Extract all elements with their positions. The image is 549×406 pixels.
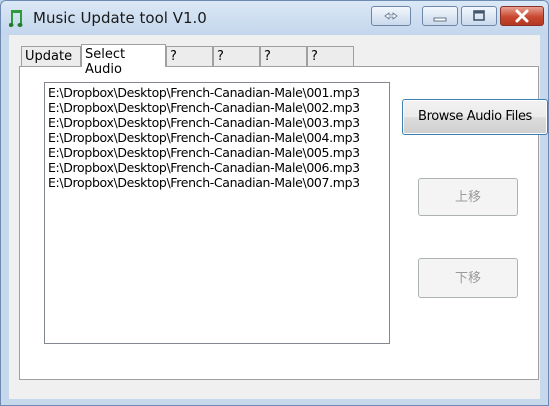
move-down-button[interactable]: 下移	[418, 258, 518, 298]
list-item[interactable]: E:\Dropbox\Desktop\French-Canadian-Male\…	[48, 130, 389, 145]
close-icon	[515, 9, 529, 23]
tab-unnamed-4[interactable]: ?	[307, 46, 354, 66]
maximize-icon	[473, 10, 485, 21]
title-bar[interactable]: Music Update tool V1.0	[1, 1, 548, 35]
tab-label: ?	[217, 49, 224, 64]
tab-unnamed-1[interactable]: ?	[166, 46, 213, 66]
tab-select-audio[interactable]: Select Audio	[81, 44, 166, 77]
select-audio-panel: E:\Dropbox\Desktop\French-Canadian-Male\…	[19, 66, 548, 380]
browse-audio-files-button[interactable]: Browse Audio Files	[402, 99, 548, 135]
audio-file-list[interactable]: E:\Dropbox\Desktop\French-Canadian-Male\…	[44, 82, 390, 344]
tab-label: Select Audio	[85, 47, 126, 77]
client-area: Update Select Audio ? ? ? ? E:\Dropbox\D…	[9, 35, 548, 399]
app-window: Music Update tool V1.0 Update Select Aud…	[0, 0, 549, 406]
list-item[interactable]: E:\Dropbox\Desktop\French-Canadian-Male\…	[48, 145, 389, 160]
window-title: Music Update tool V1.0	[33, 9, 207, 27]
list-item[interactable]: E:\Dropbox\Desktop\French-Canadian-Male\…	[48, 100, 389, 115]
minimize-icon	[433, 17, 447, 22]
list-item[interactable]: E:\Dropbox\Desktop\French-Canadian-Male\…	[48, 85, 389, 100]
swap-button[interactable]	[371, 6, 411, 26]
tab-label: ?	[264, 49, 271, 64]
list-item[interactable]: E:\Dropbox\Desktop\French-Canadian-Male\…	[48, 160, 389, 175]
move-up-button[interactable]: 上移	[418, 178, 518, 216]
tab-label: Update	[25, 49, 73, 64]
double-arrow-icon	[384, 12, 398, 20]
minimize-button[interactable]	[422, 6, 458, 26]
music-notes-icon	[9, 10, 23, 27]
tab-unnamed-2[interactable]: ?	[213, 46, 260, 66]
tab-label: ?	[170, 49, 177, 64]
list-item[interactable]: E:\Dropbox\Desktop\French-Canadian-Male\…	[48, 115, 389, 130]
maximize-button[interactable]	[461, 6, 497, 26]
list-item[interactable]: E:\Dropbox\Desktop\French-Canadian-Male\…	[48, 175, 389, 190]
tab-label: ?	[311, 49, 318, 64]
tab-update[interactable]: Update	[21, 46, 81, 66]
close-button[interactable]	[500, 6, 544, 26]
tab-unnamed-3[interactable]: ?	[260, 46, 307, 66]
